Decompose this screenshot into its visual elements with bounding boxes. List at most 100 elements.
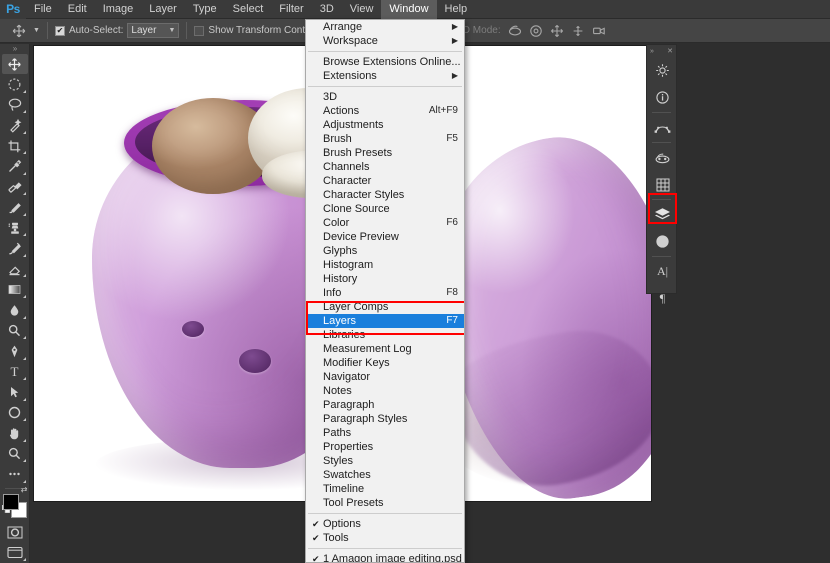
window-menu-item-clone-source[interactable]: Clone Source <box>306 202 464 216</box>
window-menu-item-tool-presets[interactable]: Tool Presets <box>306 496 464 510</box>
tool-blur[interactable] <box>2 300 28 321</box>
window-menu-item-layers[interactable]: Layers F7 <box>306 314 464 328</box>
tool-dodge[interactable] <box>2 321 28 342</box>
menu-bar-item-3d[interactable]: 3D <box>312 0 342 19</box>
window-menu-item-measurement-log[interactable]: Measurement Log <box>306 342 464 356</box>
tool-crop[interactable] <box>2 136 28 157</box>
tool-eraser[interactable] <box>2 259 28 280</box>
window-menu-item-paths[interactable]: Paths <box>306 426 464 440</box>
window-menu-item-timeline[interactable]: Timeline <box>306 482 464 496</box>
3d-zoom-icon[interactable] <box>592 23 607 38</box>
color-panel-icon[interactable] <box>647 228 678 255</box>
move-tool-icon[interactable] <box>11 23 26 38</box>
tool-gradient[interactable] <box>2 279 28 300</box>
window-menu-item-styles[interactable]: Styles <box>306 454 464 468</box>
tool-move[interactable] <box>1 53 28 75</box>
3d-pan-icon[interactable] <box>550 23 565 38</box>
tool-ellipse-shape[interactable] <box>2 403 28 424</box>
character-panel-icon[interactable]: A| <box>647 258 678 285</box>
adjustments-panel-icon[interactable] <box>647 57 678 84</box>
window-menu-dropdown[interactable]: Arrange ▶ Workspace ▶ Browse Extensions Onli… <box>305 19 465 563</box>
window-menu-item-histogram[interactable]: Histogram <box>306 258 464 272</box>
window-menu-item-navigator[interactable]: Navigator <box>306 370 464 384</box>
tool-pen[interactable] <box>2 341 28 362</box>
window-menu-item-brush[interactable]: Brush F5 <box>306 132 464 146</box>
menu-bar-item-image[interactable]: Image <box>95 0 142 19</box>
window-menu-item-tools[interactable]: ✔ Tools <box>306 531 464 545</box>
3d-slide-icon[interactable] <box>571 23 586 38</box>
3d-panel-icon[interactable] <box>647 144 678 171</box>
curves-properties-panel-icon[interactable] <box>647 114 678 141</box>
window-menu-item-adjustments[interactable]: Adjustments <box>306 118 464 132</box>
menu-bar-item-help[interactable]: Help <box>437 0 476 19</box>
paragraph-panel-icon[interactable]: ¶ <box>647 285 678 312</box>
tool-elliptical-marquee[interactable] <box>2 74 28 95</box>
window-menu-item-history[interactable]: History <box>306 272 464 286</box>
dock-close-icon[interactable]: ✕ <box>667 47 673 55</box>
window-menu-item-workspace[interactable]: Workspace ▶ <box>306 34 464 48</box>
tool-eyedropper[interactable] <box>2 156 28 177</box>
menu-bar-item-file[interactable]: File <box>26 0 60 19</box>
window-menu-item-device-preview[interactable]: Device Preview <box>306 230 464 244</box>
3d-roll-icon[interactable] <box>529 23 544 38</box>
window-menu-item-arrange[interactable]: Arrange ▶ <box>306 20 464 34</box>
color-swatches[interactable]: ⇄ <box>1 485 28 518</box>
window-menu-item-glyphs[interactable]: Glyphs <box>306 244 464 258</box>
window-menu-item-options[interactable]: ✔ Options <box>306 517 464 531</box>
tool-quick-selection[interactable] <box>2 115 28 136</box>
tool-brush[interactable] <box>2 197 28 218</box>
window-menu-item-swatches[interactable]: Swatches <box>306 468 464 482</box>
tool-history-brush[interactable] <box>2 238 28 259</box>
window-menu-item-paragraph-styles[interactable]: Paragraph Styles <box>306 412 464 426</box>
auto-select-checkbox[interactable]: ✔ <box>54 25 65 36</box>
window-menu-item-libraries[interactable]: Libraries <box>306 328 464 342</box>
window-menu-item-actions[interactable]: Actions Alt+F9 <box>306 104 464 118</box>
menu-bar-item-select[interactable]: Select <box>225 0 272 19</box>
window-menu-item-color[interactable]: Color F6 <box>306 216 464 230</box>
window-menu-item-layer-comps[interactable]: Layer Comps <box>306 300 464 314</box>
layers-panel-icon[interactable] <box>647 201 678 228</box>
quick-mask-icon[interactable] <box>2 522 28 543</box>
dock-collapse-icon[interactable]: » <box>650 48 654 55</box>
info-panel-icon[interactable] <box>647 84 678 111</box>
tool-lasso[interactable] <box>2 95 28 116</box>
window-menu-item-brush-presets[interactable]: Brush Presets <box>306 146 464 160</box>
show-transform-group[interactable]: Show Transform Controls <box>194 25 321 36</box>
move-tool-preset-caret[interactable]: ▼ <box>33 27 40 34</box>
menu-separator <box>308 548 462 549</box>
window-menu-item-extensions[interactable]: Extensions ▶ <box>306 69 464 83</box>
window-menu-item-channels[interactable]: Channels <box>306 160 464 174</box>
window-menu-item-3d[interactable]: 3D <box>306 90 464 104</box>
menu-bar-item-edit[interactable]: Edit <box>60 0 95 19</box>
show-transform-checkbox[interactable] <box>194 25 205 36</box>
tool-horizontal-type[interactable]: T <box>2 362 28 383</box>
tool-spot-healing-brush[interactable] <box>2 177 28 198</box>
window-menu-item-browse-extensions-online[interactable]: Browse Extensions Online... <box>306 55 464 69</box>
tool-path-selection[interactable] <box>2 382 28 403</box>
screen-mode-icon[interactable] <box>2 543 28 563</box>
3d-orbit-icon[interactable] <box>508 23 523 38</box>
tool-edit-toolbar[interactable] <box>2 464 28 485</box>
tool-hand[interactable] <box>2 423 28 444</box>
tool-zoom[interactable] <box>2 444 28 465</box>
histogram-panel-icon[interactable] <box>647 171 678 198</box>
tools-collapse-handle[interactable]: » <box>0 44 29 54</box>
window-menu-item-character-styles[interactable]: Character Styles <box>306 188 464 202</box>
menu-bar-item-view[interactable]: View <box>342 0 382 19</box>
window-menu-item-properties[interactable]: Properties <box>306 440 464 454</box>
window-menu-item-modifier-keys[interactable]: Modifier Keys <box>306 356 464 370</box>
foreground-color-swatch[interactable] <box>2 493 19 510</box>
swap-colors-icon[interactable]: ⇄ <box>21 485 28 494</box>
menu-bar-item-type[interactable]: Type <box>185 0 225 19</box>
menu-bar-item-window[interactable]: Window <box>381 0 437 19</box>
menu-bar-item-layer[interactable]: Layer <box>141 0 185 19</box>
auto-select-group[interactable]: ✔ Auto-Select: Layer ▼ <box>54 23 180 38</box>
auto-select-scope-dropdown[interactable]: Layer ▼ <box>127 23 180 38</box>
window-menu-item-1-amagon-image-editing-psd[interactable]: ✔ 1 Amagon image editing.psd <box>306 552 464 562</box>
window-menu-item-info[interactable]: Info F8 <box>306 286 464 300</box>
window-menu-item-notes[interactable]: Notes <box>306 384 464 398</box>
menu-bar-item-filter[interactable]: Filter <box>271 0 311 19</box>
window-menu-item-character[interactable]: Character <box>306 174 464 188</box>
window-menu-item-paragraph[interactable]: Paragraph <box>306 398 464 412</box>
tool-clone-stamp[interactable] <box>2 218 28 239</box>
